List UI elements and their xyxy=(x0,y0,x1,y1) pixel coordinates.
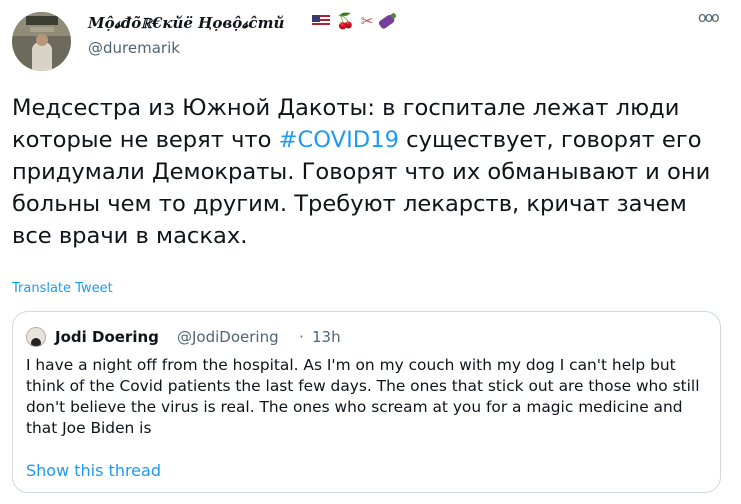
translate-tweet-link[interactable]: Translate Tweet xyxy=(12,281,113,296)
eggplant-icon xyxy=(378,12,397,30)
separator-dot: · xyxy=(299,328,304,346)
hashtag-link[interactable]: #COVID19 xyxy=(279,127,399,153)
name-emojis: 🍒 ✂ xyxy=(312,11,397,30)
scissors-icon: ✂ xyxy=(360,11,374,30)
cherries-icon: 🍒 xyxy=(336,11,355,30)
avatar-sign xyxy=(26,16,58,25)
quoted-author-avatar[interactable] xyxy=(26,327,46,347)
tweet-card: Мộ𝓼đõℝ€кйё Ңọвộ𝓼ĉтй 🍒 ✂ @duremarik ooo М… xyxy=(0,0,741,504)
show-thread-link[interactable]: Show this thread xyxy=(26,461,161,480)
author-display-name[interactable]: Мộ𝓼đõℝ€кйё Ңọвộ𝓼ĉтй xyxy=(88,14,284,32)
tweet-text: Медсестра из Южной Дакоты: в госпитале л… xyxy=(12,92,727,252)
avatar-sign-text xyxy=(30,27,54,32)
author-avatar[interactable] xyxy=(12,12,71,71)
quoted-tweet[interactable]: Jodi Doering @JodiDoering · 13h I have a… xyxy=(12,311,721,493)
us-flag-icon xyxy=(312,15,330,27)
quoted-tweet-text: I have a night off from the hospital. As… xyxy=(26,356,700,437)
quoted-author-name: Jodi Doering xyxy=(55,328,159,346)
avatar-person xyxy=(32,42,52,71)
author-handle[interactable]: @duremarik xyxy=(88,39,180,57)
avatar-head xyxy=(36,34,48,46)
quoted-timestamp: 13h xyxy=(312,328,341,346)
quoted-author-handle: @JodiDoering xyxy=(177,328,279,346)
more-options-icon[interactable]: ooo xyxy=(698,10,720,26)
